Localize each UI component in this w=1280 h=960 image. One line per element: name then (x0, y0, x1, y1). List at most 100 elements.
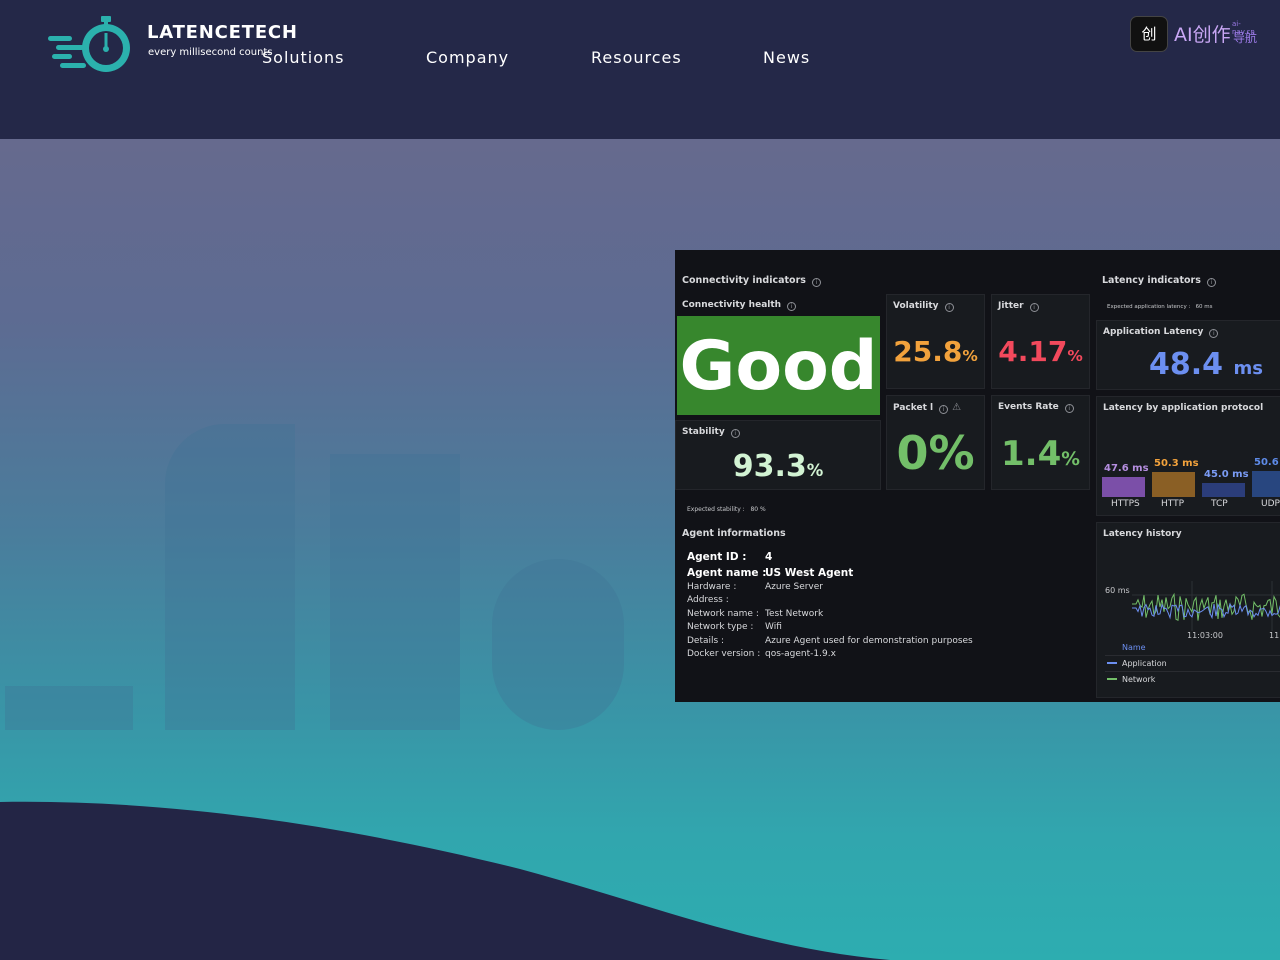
history-x-tick: 11:03:00 (1187, 631, 1223, 640)
agent-info-key: Network name : (687, 609, 759, 619)
nav-solutions[interactable]: Solutions (262, 48, 345, 67)
info-icon[interactable]: i (1029, 303, 1039, 312)
volatility-value: 25.8% (893, 335, 978, 368)
protocol-category-label: TCP (1211, 499, 1228, 509)
stopwatch-logo-icon[interactable] (46, 14, 136, 74)
agent-info-row: Agent ID : 4 (687, 551, 772, 563)
nav-news[interactable]: News (763, 48, 810, 67)
protocol-category-label: UDP (1261, 499, 1280, 509)
brand-tagline: every millisecond counts (148, 47, 273, 58)
info-icon[interactable]: i (811, 278, 821, 287)
info-icon[interactable]: i (1209, 329, 1219, 338)
info-icon[interactable]: i (1064, 404, 1074, 413)
agent-info-row: Network name : Test Network (687, 609, 823, 619)
connectivity-health-title: Connectivity health (682, 300, 782, 310)
agent-info-row: Docker version : qos-agent-1.9.x (687, 649, 836, 659)
info-icon[interactable]: i (944, 303, 954, 312)
latency-history-title: Latency history (1103, 529, 1182, 539)
agent-info-key: Network type : (687, 622, 754, 632)
agent-info-key: Hardware : (687, 582, 737, 592)
brand-name[interactable]: LATENCETECH (147, 22, 298, 43)
agent-info-row: Hardware : Azure Server (687, 582, 823, 592)
legend-item-network[interactable]: Network (1107, 675, 1155, 684)
legend-header[interactable]: Name (1122, 643, 1146, 652)
protocol-category-label: HTTPS (1111, 499, 1140, 509)
ai-badge-icon: 创 (1130, 16, 1168, 52)
agent-info-value: Wifi (765, 622, 782, 632)
volatility-title: Volatility (893, 301, 939, 311)
agent-info-key: Address : (687, 595, 729, 605)
protocol-bar-label: 50.6 (1254, 457, 1279, 468)
stability-value: 93.3% (732, 449, 824, 484)
volatility-panel: Volatility i 25.8% (886, 294, 985, 389)
health-status-block: Good (677, 316, 880, 415)
health-status-value: Good (679, 327, 878, 406)
latency-by-protocol-title: Latency by application protocol (1103, 403, 1264, 413)
info-icon[interactable]: i (787, 302, 797, 311)
agent-info-row: Address : (687, 595, 765, 605)
stability-panel: Stability i 93.3% (675, 420, 881, 490)
protocol-bar[interactable] (1252, 471, 1280, 497)
application-latency-title: Application Latency (1103, 327, 1204, 337)
legend-swatch (1107, 678, 1117, 680)
protocol-bar-label: 50.3 ms (1154, 458, 1199, 469)
packet-loss-panel: Packet l i ⚠ 0% (886, 395, 985, 490)
jitter-title: Jitter (998, 301, 1024, 311)
protocol-bar-label: 47.6 ms (1104, 463, 1149, 474)
protocol-category-label: HTTP (1161, 499, 1185, 509)
legend-item-application[interactable]: Application (1107, 659, 1167, 668)
connectivity-section-title: Connectivity indicators i (682, 275, 821, 287)
agent-info-row: Agent name :US West Agent (687, 567, 853, 579)
legend-swatch (1107, 662, 1117, 664)
agent-info-value: qos-agent-1.9.x (765, 649, 836, 659)
protocol-bar[interactable] (1102, 477, 1145, 497)
agent-info-value: Test Network (765, 609, 824, 619)
events-rate-title: Events Rate (998, 402, 1059, 412)
info-icon[interactable]: i (939, 405, 949, 414)
agent-info-row: Network type : Wifi (687, 622, 782, 632)
packet-loss-title: Packet l (893, 403, 934, 413)
jitter-panel: Jitter i 4.17% (991, 294, 1090, 389)
application-latency-value: 48.4 ms (1149, 347, 1263, 382)
nav-company[interactable]: Company (426, 48, 509, 67)
history-y-label: 60 ms (1105, 586, 1130, 595)
expected-stability: Expected stability : 80 % (687, 506, 766, 513)
warning-icon[interactable]: ⚠ (952, 402, 961, 413)
agent-info-value: US West Agent (765, 567, 854, 579)
legend-divider (1105, 655, 1280, 656)
site-header: LATENCETECH every millisecond counts Sol… (0, 0, 1280, 139)
legend-divider (1105, 671, 1280, 672)
events-rate-value: 1.4% (1001, 434, 1080, 474)
agent-info-key: Agent name : (687, 567, 767, 579)
nav-resources[interactable]: Resources (591, 48, 682, 67)
latency-section-title: Latency indicators i (1102, 275, 1216, 287)
protocol-bar[interactable] (1152, 472, 1195, 497)
agent-info-row: Details : Azure Agent used for demonstrat… (687, 636, 973, 646)
agent-info-title: Agent informations (682, 528, 786, 539)
info-icon[interactable]: i (1206, 278, 1216, 287)
agent-info-value: Azure Agent used for demonstration purpo… (765, 636, 973, 646)
latency-history-panel: Latency history 60 ms 11:03:00 11:04 Nam… (1096, 522, 1280, 698)
agent-info-key: Details : (687, 636, 725, 646)
latency-by-protocol-panel: Latency by application protocol 47.6 ms H… (1096, 396, 1280, 516)
latency-history-chart (1132, 581, 1280, 631)
ai-nav-badge[interactable]: 创 AI创作 ai-nav.cn 导航 (1130, 16, 1260, 52)
jitter-value: 4.17% (998, 335, 1083, 368)
ai-badge-text: AI创作 (1174, 24, 1231, 46)
ai-badge-subtext: 导航 (1233, 31, 1258, 45)
history-x-tick: 11:04 (1269, 631, 1280, 640)
application-latency-panel: Application Latency i 48.4 ms (1096, 320, 1280, 390)
connectivity-health-panel: Connectivity health i Good (675, 292, 881, 416)
protocol-bar[interactable] (1202, 483, 1245, 497)
agent-info-key: Agent ID : (687, 551, 747, 563)
packet-loss-value: 0% (896, 426, 975, 480)
stability-title: Stability (682, 427, 725, 437)
info-icon[interactable]: i (730, 429, 740, 438)
agent-info-value: 4 (765, 551, 773, 563)
expected-app-latency: Expected application latency : 60 ms (1107, 304, 1213, 310)
protocol-bar-label: 45.0 ms (1204, 469, 1249, 480)
agent-info-value: Azure Server (765, 582, 823, 592)
dashboard-preview: Connectivity indicators i Connectivity he… (675, 250, 1280, 702)
agent-info-key: Docker version : (687, 649, 761, 659)
events-rate-panel: Events Rate i 1.4% (991, 395, 1090, 490)
